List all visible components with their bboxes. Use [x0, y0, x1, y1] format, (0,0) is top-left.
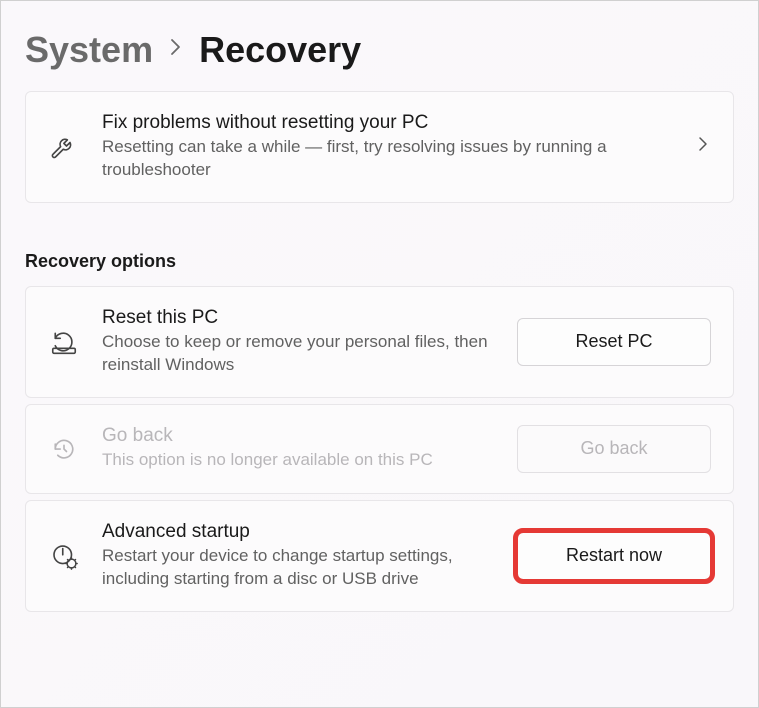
- breadcrumb-parent[interactable]: System: [25, 29, 153, 71]
- chevron-right-icon: [695, 136, 711, 157]
- go-back-card: Go back This option is no longer availab…: [25, 404, 734, 494]
- wrench-icon: [48, 131, 80, 163]
- card-desc: Choose to keep or remove your personal f…: [102, 331, 495, 377]
- go-back-button: Go back: [517, 425, 711, 473]
- card-desc: This option is no longer available on th…: [102, 449, 495, 472]
- reset-pc-card: Reset this PC Choose to keep or remove y…: [25, 286, 734, 398]
- reset-pc-button[interactable]: Reset PC: [517, 318, 711, 366]
- history-icon: [48, 433, 80, 465]
- card-body: Go back This option is no longer availab…: [102, 425, 495, 472]
- restart-now-button[interactable]: Restart now: [517, 532, 711, 580]
- card-title: Advanced startup: [102, 521, 495, 543]
- card-title: Fix problems without resetting your PC: [102, 112, 673, 134]
- power-gear-icon: [48, 540, 80, 572]
- card-title: Go back: [102, 425, 495, 447]
- reset-icon: [48, 326, 80, 358]
- advanced-startup-card: Advanced startup Restart your device to …: [25, 500, 734, 612]
- troubleshoot-card[interactable]: Fix problems without resetting your PC R…: [25, 91, 734, 203]
- card-body: Advanced startup Restart your device to …: [102, 521, 495, 591]
- chevron-right-icon: [169, 36, 183, 64]
- card-body: Fix problems without resetting your PC R…: [102, 112, 673, 182]
- breadcrumb: System Recovery: [1, 1, 758, 91]
- card-title: Reset this PC: [102, 307, 495, 329]
- section-heading: Recovery options: [25, 251, 734, 272]
- content-area: Fix problems without resetting your PC R…: [1, 91, 758, 642]
- card-desc: Restart your device to change startup se…: [102, 545, 495, 591]
- card-desc: Resetting can take a while — first, try …: [102, 136, 673, 182]
- card-body: Reset this PC Choose to keep or remove y…: [102, 307, 495, 377]
- page-title: Recovery: [199, 29, 361, 71]
